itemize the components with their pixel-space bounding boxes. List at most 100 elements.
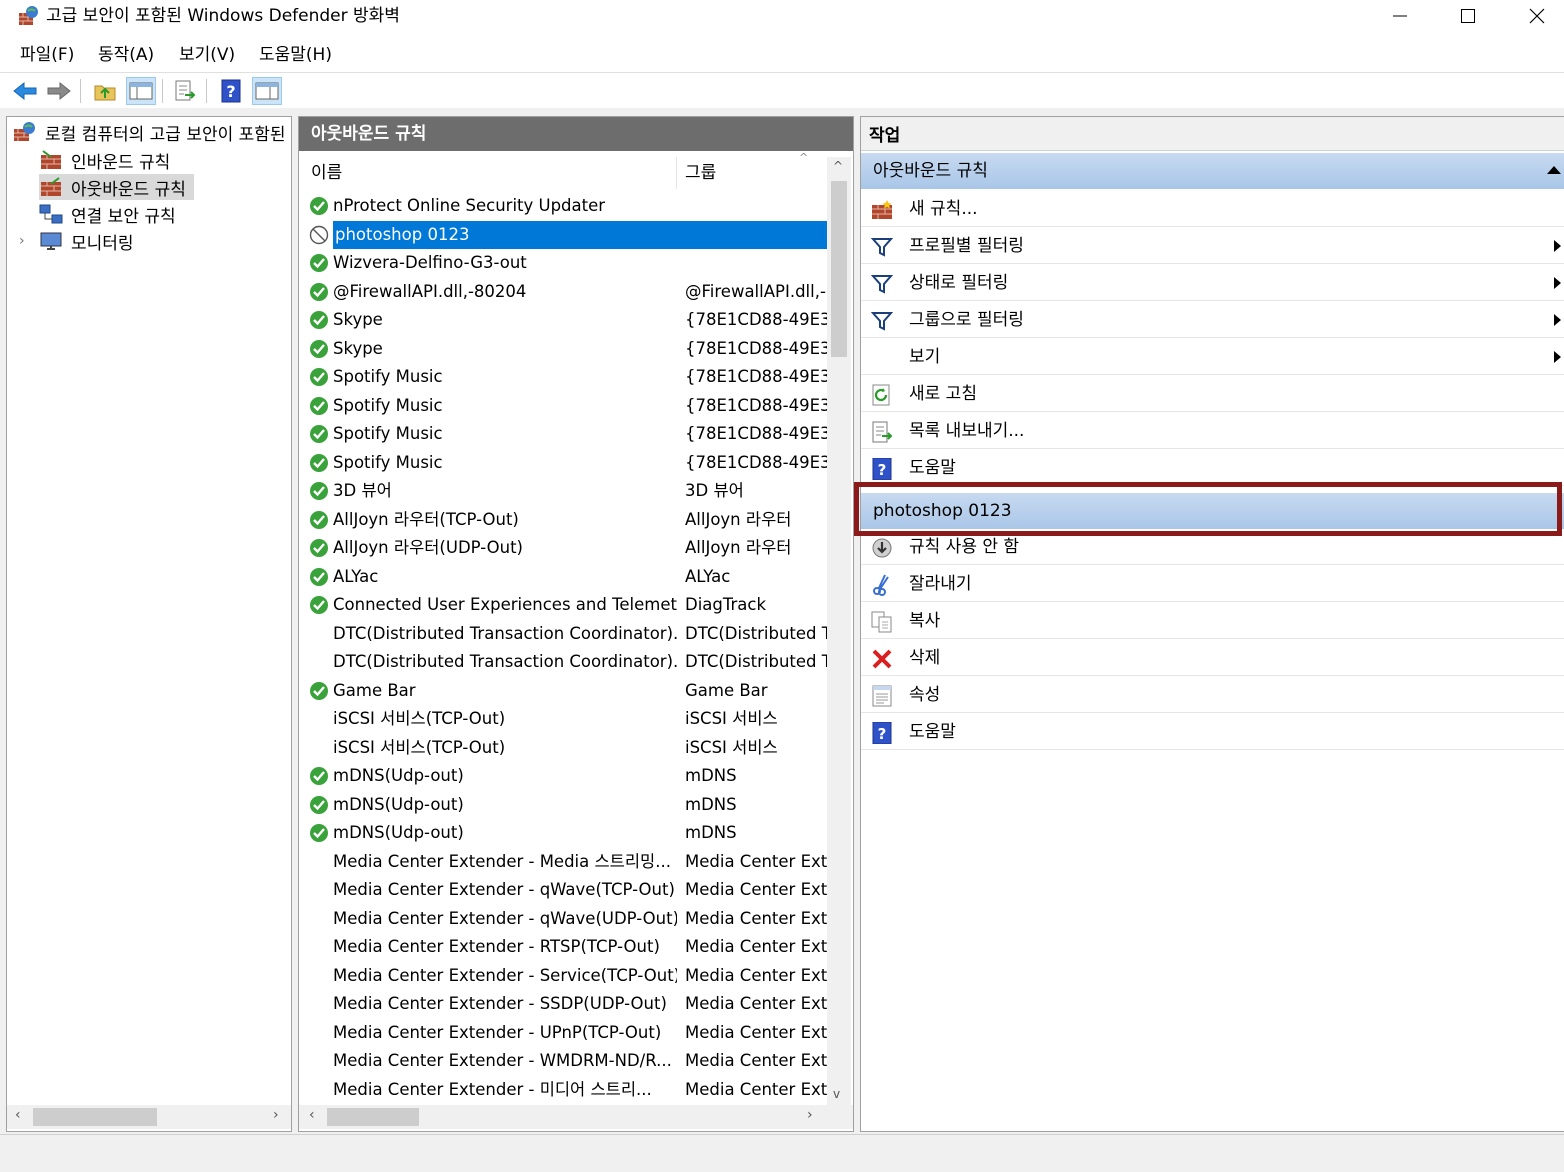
export-list-button[interactable]	[170, 77, 200, 105]
rule-row[interactable]: Media Center Extender - RTSP(TCP-Out) Med…	[299, 933, 827, 962]
rule-name: Media Center Extender - qWave(TCP-Out)	[333, 880, 675, 899]
section-header-outbound[interactable]: 아웃바운드 규칙	[861, 153, 1564, 189]
scroll-up-icon[interactable]: ^	[833, 159, 843, 173]
rule-row[interactable]: Media Center Extender - 미디어 스트리... Media …	[299, 1076, 827, 1105]
rule-row[interactable]: 3D 뷰어 3D 뷰어	[299, 477, 827, 506]
show-hide-action-pane-button[interactable]	[252, 77, 282, 105]
enabled-check-icon	[309, 481, 329, 501]
rule-row[interactable]: @FirewallAPI.dll,-80204 @FirewallAPI.dll,…	[299, 278, 827, 307]
rule-row[interactable]: Spotify Music {78E1CD88-49E3-4	[299, 449, 827, 478]
action-export-list[interactable]: 목록 내보내기...	[861, 413, 1564, 449]
scrollbar-thumb[interactable]	[831, 181, 847, 357]
rule-row[interactable]: DTC(Distributed Transaction Coordinator)…	[299, 648, 827, 677]
rule-row[interactable]: nProtect Online Security Updater	[299, 192, 827, 221]
filter-icon	[870, 235, 894, 257]
forward-button[interactable]	[44, 77, 74, 105]
rule-row[interactable]: Media Center Extender - UPnP(TCP-Out) Med…	[299, 1019, 827, 1048]
enabled-check-icon	[309, 282, 329, 302]
maximize-button[interactable]	[1433, 0, 1503, 32]
rule-row[interactable]: Spotify Music {78E1CD88-49E3-4	[299, 363, 827, 392]
rules-pane-title: 아웃바운드 규칙	[299, 117, 853, 151]
rule-name: AllJoyn 라우터(TCP-Out)	[333, 509, 519, 529]
rule-row[interactable]: mDNS(Udp-out) mDNS	[299, 791, 827, 820]
back-button[interactable]	[10, 77, 40, 105]
rule-row[interactable]: Media Center Extender - SSDP(UDP-Out) Med…	[299, 990, 827, 1019]
rule-row[interactable]: Spotify Music {78E1CD88-49E3-4	[299, 392, 827, 421]
show-hide-tree-button[interactable]	[126, 77, 156, 105]
rule-group: Media Center Exte	[685, 1022, 827, 1042]
scrollbar-thumb[interactable]	[33, 1108, 157, 1126]
collapse-icon[interactable]	[1547, 166, 1561, 174]
menu-view[interactable]: 보기(V)	[179, 43, 235, 67]
enabled-check-icon	[309, 396, 329, 416]
firewall-root-icon	[14, 122, 35, 141]
window-title: 고급 보안이 포함된 Windows Defender 방화벽	[46, 6, 400, 26]
rule-row[interactable]: DTC(Distributed Transaction Coordinator)…	[299, 620, 827, 649]
action-filter[interactable]: 상태로 필터링	[861, 265, 1564, 301]
rule-row[interactable]: Media Center Extender - Media 스트리밍... Med…	[299, 848, 827, 877]
submenu-arrow-icon	[1554, 277, 1561, 289]
scroll-left-icon[interactable]: ‹	[309, 1107, 315, 1123]
action-new-rule[interactable]: 새 규칙...	[861, 191, 1564, 227]
column-header-group[interactable]: 그룹	[685, 155, 716, 191]
rule-row[interactable]: iSCSI 서비스(TCP-Out) iSCSI 서비스	[299, 705, 827, 734]
column-header-name[interactable]: 이름	[311, 155, 342, 191]
column-divider[interactable]	[676, 157, 677, 189]
rule-row[interactable]: AllJoyn 라우터(UDP-Out) AllJoyn 라우터	[299, 534, 827, 563]
menu-file[interactable]: 파일(F)	[20, 43, 74, 67]
action-properties[interactable]: 속성	[861, 677, 1564, 713]
action-filter[interactable]: 프로필별 필터링	[861, 228, 1564, 264]
minimize-button[interactable]	[1365, 0, 1435, 32]
rules-horizontal-scrollbar[interactable]: ‹ ›	[299, 1105, 853, 1129]
tree-horizontal-scrollbar[interactable]: ‹ ›	[7, 1105, 291, 1129]
action-cut[interactable]: 잘라내기	[861, 566, 1564, 602]
rule-row[interactable]: AllJoyn 라우터(TCP-Out) AllJoyn 라우터	[299, 506, 827, 535]
rule-row[interactable]: Wizvera-Delfino-G3-out	[299, 249, 827, 278]
close-button[interactable]	[1502, 0, 1564, 32]
action-filter[interactable]: 그룹으로 필터링	[861, 302, 1564, 338]
action-help[interactable]: ? 도움말	[861, 714, 1564, 750]
rule-row[interactable]: ALYac ALYac	[299, 563, 827, 592]
submenu-arrow-icon	[1554, 240, 1561, 252]
action-view[interactable]: 보기	[861, 339, 1564, 375]
scroll-down-icon[interactable]: v	[833, 1087, 840, 1101]
scroll-left-icon[interactable]: ‹	[15, 1107, 21, 1123]
action-help[interactable]: ? 도움말	[861, 450, 1564, 486]
forward-arrow-icon	[47, 81, 71, 101]
scrollbar-thumb[interactable]	[327, 1108, 419, 1126]
rule-row[interactable]: photoshop 0123	[299, 220, 827, 249]
tree-root[interactable]: 로컬 컴퓨터의 고급 보안이 포함된	[13, 119, 286, 145]
action-delete[interactable]: 삭제	[861, 640, 1564, 676]
tree-item-outbound[interactable]: 아웃바운드 규칙	[39, 174, 194, 200]
scroll-right-icon[interactable]: ›	[273, 1107, 279, 1123]
up-folder-button[interactable]	[90, 77, 120, 105]
rule-row[interactable]: Media Center Extender - WMDRM-ND/R... Med…	[299, 1047, 827, 1076]
rule-name: AllJoyn 라우터(UDP-Out)	[333, 538, 523, 557]
action-copy[interactable]: 복사	[861, 603, 1564, 639]
rule-row[interactable]: Media Center Extender - qWave(UDP-Out) Me…	[299, 905, 827, 934]
rule-row[interactable]: Spotify Music {78E1CD88-49E3-4	[299, 420, 827, 449]
rule-row[interactable]: Game Bar Game Bar	[299, 677, 827, 706]
rules-vertical-scrollbar[interactable]: ^ v	[827, 157, 851, 1107]
properties-icon	[871, 684, 893, 707]
rule-name: Media Center Extender - UPnP(TCP-Out)	[333, 1022, 662, 1042]
rule-row[interactable]: Media Center Extender - Service(TCP-Out)…	[299, 962, 827, 991]
rule-row[interactable]: Connected User Experiences and Telemetry…	[299, 591, 827, 620]
menu-help[interactable]: 도움말(H)	[259, 43, 332, 67]
menu-action[interactable]: 동작(A)	[98, 43, 154, 67]
help-button[interactable]: ?	[216, 77, 246, 105]
tree-item-monitoring[interactable]: › 모니터링	[19, 228, 134, 254]
rule-name: Spotify Music	[333, 424, 443, 443]
scroll-right-icon[interactable]: ›	[807, 1107, 813, 1123]
rule-row[interactable]: iSCSI 서비스(TCP-Out) iSCSI 서비스	[299, 734, 827, 763]
rule-row[interactable]: mDNS(Udp-out) mDNS	[299, 819, 827, 848]
action-refresh[interactable]: 새로 고침	[861, 376, 1564, 412]
tree-item-connection-security[interactable]: 연결 보안 규칙	[39, 201, 176, 227]
expand-chevron-icon[interactable]: ›	[19, 233, 39, 249]
rule-name: Skype	[333, 338, 383, 358]
tree-item-inbound[interactable]: 인바운드 규칙	[39, 147, 170, 173]
rule-row[interactable]: Media Center Extender - qWave(TCP-Out) Me…	[299, 876, 827, 905]
rule-row[interactable]: Skype {78E1CD88-49E3-4	[299, 335, 827, 364]
rule-row[interactable]: Skype {78E1CD88-49E3-4	[299, 306, 827, 335]
rule-row[interactable]: mDNS(Udp-out) mDNS	[299, 762, 827, 791]
